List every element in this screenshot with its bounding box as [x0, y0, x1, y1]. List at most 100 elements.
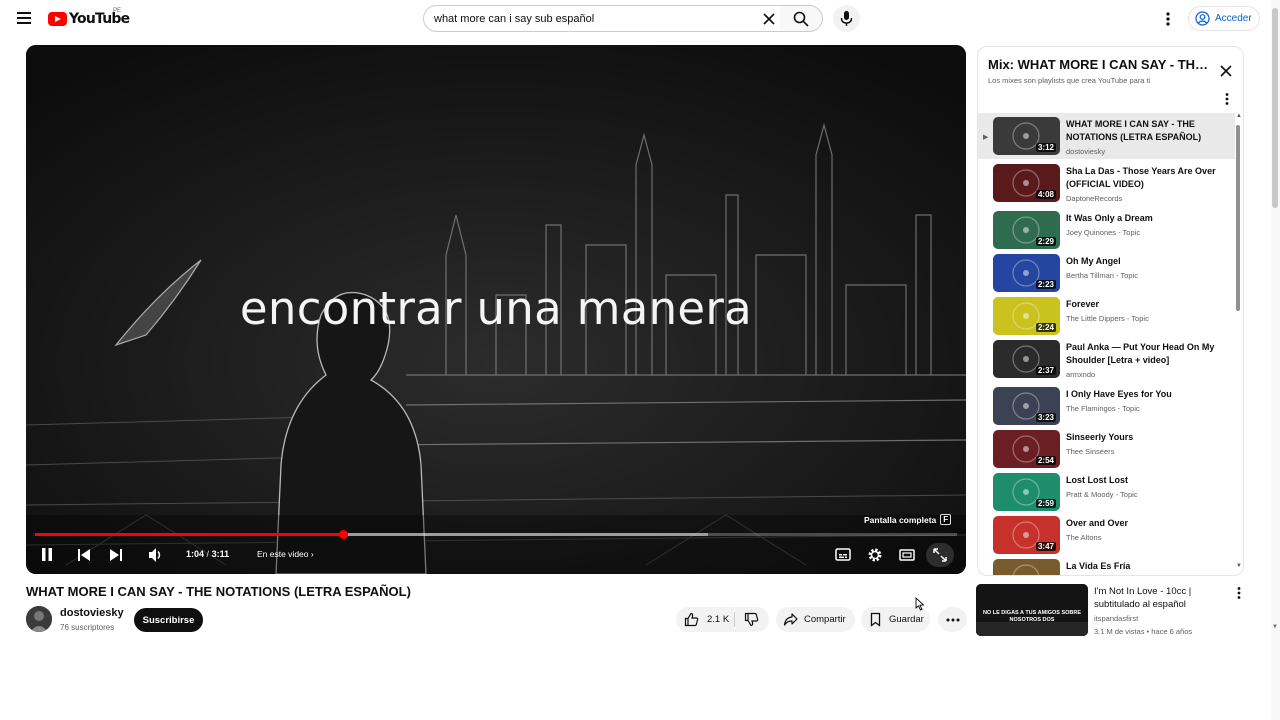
playlist-item-duration: 2:37	[1035, 366, 1056, 375]
playlist-item-channel: Pratt & Moody - Topic	[1066, 490, 1138, 499]
now-playing-icon: ▶	[983, 134, 989, 141]
recommended-thumbnail[interactable]: NO LE DIGAS A TUS AMIGOS SOBRE NOSOTROS …	[976, 584, 1088, 636]
playlist-item-duration: 2:54	[1035, 456, 1056, 465]
avatar-image	[26, 606, 52, 632]
bookmark-icon	[870, 612, 881, 627]
search-input[interactable]	[434, 11, 754, 27]
masthead: YouTube PE Acceder	[0, 0, 1280, 37]
playlist-item[interactable]: ▶ 3:12 WHAT MORE I CAN SAY - THE NOTATIONS…	[978, 113, 1235, 159]
playlist-item-duration: 3:12	[1035, 143, 1056, 152]
playlist-item-title: It Was Only a Dream	[1066, 213, 1153, 223]
dislike-button[interactable]	[735, 607, 769, 632]
like-count: 2.1 K	[707, 614, 730, 625]
thumbs-up-icon	[684, 612, 699, 627]
volume-icon[interactable]	[147, 545, 163, 565]
thumbnail-caption: NO LE DIGAS A TUS AMIGOS SOBRE NOSOTROS …	[982, 610, 1082, 623]
more-actions-button[interactable]	[938, 607, 967, 632]
time-current: 1:04	[186, 549, 205, 559]
playlist-item-text: Lost Lost Lost Pratt & Moody - Topic	[1066, 474, 1216, 499]
pause-icon[interactable]	[39, 545, 55, 565]
playlist-item[interactable]: 4:08 Sha La Das - Those Years Are Over (O…	[978, 160, 1235, 206]
playlist-item-thumbnail[interactable]: 2:24	[993, 297, 1060, 335]
time-display: 1:04 / 3:11	[186, 549, 229, 559]
channel-avatar[interactable]	[26, 606, 52, 632]
playlist-item-text: Forever The Little Dippers - Topic	[1066, 298, 1216, 323]
playlist-title[interactable]: Mix: WHAT MORE I CAN SAY - THE NOTATIONS…	[988, 57, 1210, 72]
like-button[interactable]: 2.1 K	[676, 607, 734, 632]
playlist-scrollbar-thumb[interactable]	[1236, 125, 1240, 311]
playlist-item-duration: 2:59	[1035, 499, 1056, 508]
share-icon	[783, 613, 798, 626]
fullscreen-icon[interactable]	[931, 545, 949, 565]
fullscreen-tooltip: Pantalla completa F	[864, 512, 952, 527]
playlist-item-text: Paul Anka — Put Your Head On My Shoulder…	[1066, 341, 1216, 379]
voice-search-button[interactable]	[833, 5, 860, 32]
recommended-video[interactable]: NO LE DIGAS A TUS AMIGOS SOBRE NOSOTROS …	[976, 584, 1246, 638]
playlist-scrollbar[interactable]	[1236, 117, 1242, 573]
page-scrollbar[interactable]	[1271, 0, 1280, 720]
close-icon[interactable]	[1219, 64, 1233, 78]
search-icon	[793, 11, 809, 27]
playlist-item-thumbnail[interactable]: 4:08	[993, 164, 1060, 202]
playlist-item[interactable]: 2:29 It Was Only a Dream Joey Quinones - T…	[978, 207, 1235, 253]
playlist-item[interactable]: 2:24 Forever The Little Dippers - Topic	[978, 293, 1235, 339]
recommended-title[interactable]: I'm Not In Love - 10cc | subtitulado al …	[1094, 585, 1224, 611]
scroll-down-arrow-icon[interactable]: ▼	[1236, 563, 1242, 569]
playlist-item-title: Forever	[1066, 299, 1100, 309]
progress-bar[interactable]	[35, 530, 957, 539]
playlist-item-thumbnail[interactable]: 3:23	[993, 387, 1060, 425]
search-box	[423, 5, 781, 32]
playlist-item[interactable]: 2:37 Paul Anka — Put Your Head On My Shou…	[978, 336, 1235, 382]
playlist-item-channel: Thee Sinseers	[1066, 447, 1115, 456]
playlist-item-thumbnail[interactable]: 2:23	[993, 254, 1060, 292]
signin-label: Acceder	[1215, 13, 1252, 24]
playlist-item-thumbnail[interactable]: 3:47	[993, 516, 1060, 554]
subscribe-button[interactable]: Suscribirse	[134, 608, 203, 632]
settings-gear-icon[interactable]	[866, 545, 884, 565]
playlist-item[interactable]: 2:23 Oh My Angel Bertha Tillman - Topic	[978, 250, 1235, 296]
video-player[interactable]: encontrar una manera Pantalla completa F…	[26, 45, 966, 574]
search-button[interactable]	[780, 5, 823, 32]
meta-separator: •	[1146, 627, 1150, 636]
settings-kebab-icon[interactable]	[1160, 9, 1176, 29]
playlist-item[interactable]: 3:47 Over and Over The Altons	[978, 512, 1235, 558]
page-scroll-down-icon[interactable]: ▼	[1272, 624, 1278, 630]
share-button[interactable]: Compartir	[776, 607, 855, 632]
playlist-item-channel: The Altons	[1066, 533, 1102, 542]
playlist-item-thumbnail[interactable]: 2:29	[993, 211, 1060, 249]
playlist-item[interactable]: 2:54 Sinseerly Yours Thee Sinseers	[978, 426, 1235, 472]
playlist-item[interactable]: 3:23 I Only Have Eyes for You The Flamingo…	[978, 383, 1235, 429]
play-logo-icon	[48, 12, 67, 26]
playlist-item-thumbnail[interactable]: 2:59	[993, 473, 1060, 511]
subtitles-icon[interactable]	[834, 545, 852, 565]
playlist-item-thumbnail[interactable]: 2:37	[993, 340, 1060, 378]
next-icon[interactable]	[108, 545, 124, 565]
time-total: 3:11	[211, 549, 230, 559]
scroll-up-arrow-icon[interactable]: ▲	[1236, 113, 1242, 119]
playlist-item-channel: Bertha Tillman - Topic	[1066, 271, 1138, 280]
subscriber-count: 76 suscriptores	[60, 623, 115, 632]
signin-button[interactable]: Acceder	[1188, 6, 1260, 31]
playlist-item-thumbnail[interactable]	[993, 559, 1060, 575]
recommended-menu-icon[interactable]	[1234, 586, 1244, 600]
theater-mode-icon[interactable]	[898, 545, 916, 565]
playlist-item-thumbnail-art	[993, 559, 1060, 575]
playlist-item-channel: DaptoneRecords	[1066, 194, 1123, 203]
recommended-channel[interactable]: itspandasfirst	[1094, 614, 1138, 623]
chapters-button[interactable]: En este video ›	[257, 549, 314, 559]
playlist-item-text: Sinseerly Yours Thee Sinseers	[1066, 431, 1216, 456]
channel-name[interactable]: dostoviesky	[60, 607, 124, 619]
previous-icon[interactable]	[76, 545, 92, 565]
playlist-item-thumbnail[interactable]: 3:12	[993, 117, 1060, 155]
page-scrollbar-thumb[interactable]	[1272, 8, 1278, 208]
playlist-menu-icon[interactable]	[1222, 92, 1232, 106]
playlist-item[interactable]: La Vida Es Fría	[978, 555, 1235, 575]
playlist-item-thumbnail[interactable]: 2:54	[993, 430, 1060, 468]
clear-search-icon[interactable]	[762, 12, 776, 26]
menu-icon[interactable]	[14, 8, 34, 28]
playlist-item-channel: dostoviesky	[1066, 147, 1106, 156]
playlist-item-title: Lost Lost Lost	[1066, 475, 1128, 485]
playlist-item[interactable]: 2:59 Lost Lost Lost Pratt & Moody - Topic	[978, 469, 1235, 515]
playlist-item-title: Over and Over	[1066, 518, 1129, 528]
share-label: Compartir	[804, 614, 846, 625]
